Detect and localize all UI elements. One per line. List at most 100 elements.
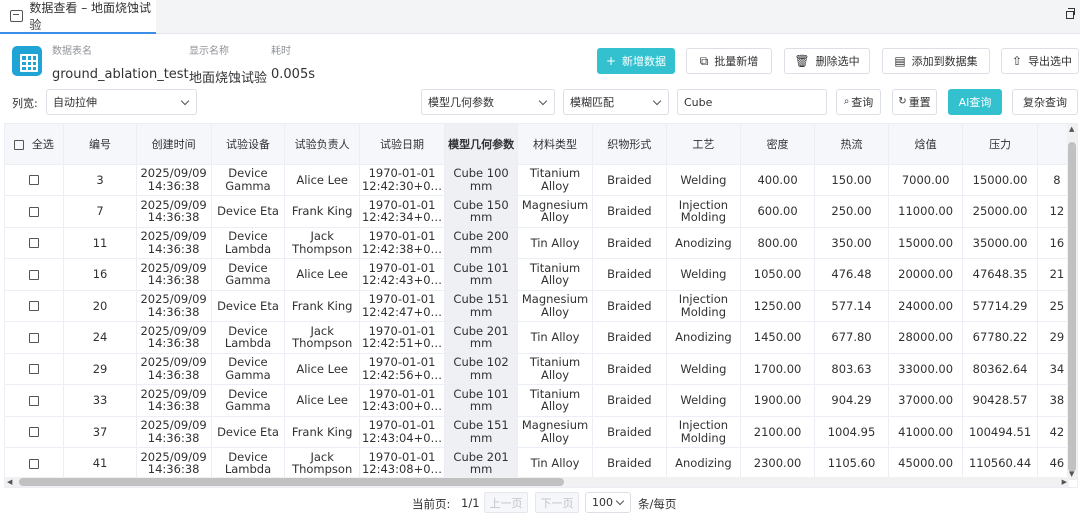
table-row[interactable]: 7 2025/09/09 14:36:38 Device Eta Frank King…	[5, 195, 1077, 228]
row-checkbox-cell[interactable]	[5, 384, 65, 417]
table-cell: Injection Molding	[666, 416, 742, 448]
row-checkbox-cell[interactable]	[5, 447, 65, 480]
table-cell: 37000.00	[888, 384, 964, 417]
row-checkbox[interactable]	[29, 269, 40, 280]
column-width-label: 列宽:	[12, 97, 38, 110]
add-data-button[interactable]: + 新增数据	[597, 48, 675, 74]
table-cell: 33000.00	[888, 353, 964, 385]
table-cell: Cube 201 mm	[444, 321, 519, 354]
row-checkbox-cell[interactable]	[5, 258, 65, 291]
table-cell: Welding	[666, 164, 742, 196]
column-header[interactable]: 工艺	[666, 124, 742, 165]
scroll-right-icon[interactable]: ▶	[1062, 478, 1067, 486]
row-checkbox[interactable]	[29, 301, 40, 311]
horizontal-scroll-thumb[interactable]	[19, 478, 564, 486]
table-row[interactable]: 33 2025/09/09 14:36:38 Device Gamma Alice L…	[5, 384, 1077, 417]
table-cell: Device Gamma	[211, 353, 286, 385]
column-header[interactable]: 试验负责人	[284, 124, 360, 165]
table-cell: Magnesium Alloy	[517, 290, 593, 322]
page-size-select[interactable]: 100	[585, 492, 631, 513]
row-checkbox[interactable]	[29, 206, 40, 217]
select-all-header[interactable]: 全选	[5, 124, 65, 165]
complex-query-button[interactable]: 复杂查询	[1012, 89, 1078, 115]
table-row[interactable]: 11 2025/09/09 14:36:38 Device Lambda Jack T…	[5, 227, 1077, 259]
column-header[interactable]: 创建时间	[136, 124, 212, 165]
table-cell: Anodizing	[666, 227, 742, 259]
search-icon: ⌕	[843, 96, 850, 107]
reset-button[interactable]: ↻ 重置	[892, 89, 937, 115]
ai-query-button[interactable]: AI查询	[948, 89, 1002, 115]
table-cell: 7	[63, 195, 137, 228]
table-cell: 1700.00	[740, 353, 816, 385]
column-header[interactable]: 材料类型	[517, 124, 593, 165]
table-cell: 2025/09/09 14:36:38	[136, 384, 212, 417]
column-header[interactable]: 焓值	[888, 124, 964, 165]
table-row[interactable]: 37 2025/09/09 14:36:38 Device Eta Frank Kin…	[5, 416, 1077, 448]
table-row[interactable]: 24 2025/09/09 14:36:38 Device Lambda Jack T…	[5, 321, 1077, 354]
column-width-select[interactable]: 自动拉伸	[46, 89, 197, 115]
table-row[interactable]: 3 2025/09/09 14:36:38 Device Gamma Alice Le…	[5, 164, 1077, 196]
batch-add-button[interactable]: ⧉ 批量新增	[686, 48, 772, 74]
table-cell: 1970-01-01 12:43:04+0…	[359, 416, 446, 448]
query-button[interactable]: ⌕ 查询	[836, 89, 881, 115]
add-to-dataset-button[interactable]: ▤ 添加到数据集	[882, 48, 990, 74]
table-cell: Welding	[666, 384, 742, 417]
column-header[interactable]: 织物形式	[592, 124, 667, 165]
maximize-icon[interactable]	[1066, 8, 1075, 19]
table-cell: Cube 151 mm	[444, 416, 519, 448]
row-checkbox-cell[interactable]	[5, 353, 65, 385]
column-header[interactable]: 试验设备	[211, 124, 286, 165]
row-checkbox-cell[interactable]	[5, 195, 65, 228]
export-selected-button[interactable]: ⇧ 导出选中	[1001, 48, 1079, 74]
row-checkbox[interactable]	[29, 332, 40, 343]
match-mode-select[interactable]: 模糊匹配	[563, 89, 669, 115]
row-checkbox[interactable]	[29, 395, 40, 406]
table-cell: 15000.00	[962, 164, 1038, 196]
row-checkbox-cell[interactable]	[5, 164, 65, 196]
current-page-label: 当前页:	[412, 497, 451, 511]
horizontal-scrollbar[interactable]: ◀ ▶	[5, 477, 1069, 487]
table-cell: Jack Thompson	[284, 227, 360, 259]
scroll-left-icon[interactable]: ◀	[7, 478, 12, 486]
column-header[interactable]: 压力	[962, 124, 1038, 165]
prev-page-button[interactable]: 上一页	[484, 492, 528, 513]
pagination: 当前页: 1/1 上一页 下一页 100 条/每页	[0, 492, 1080, 516]
column-header[interactable]: 热流	[814, 124, 889, 165]
row-checkbox[interactable]	[29, 364, 40, 374]
table-row[interactable]: 20 2025/09/09 14:36:38 Device Eta Frank Kin…	[5, 290, 1077, 322]
next-page-button[interactable]: 下一页	[535, 492, 579, 513]
delete-selected-button[interactable]: 🗑 删除选中	[784, 48, 870, 74]
table-cell: Anodizing	[666, 447, 742, 480]
vertical-scroll-thumb[interactable]	[1068, 142, 1076, 472]
table-grid-icon	[12, 46, 42, 76]
vertical-scrollbar[interactable]: ▲ ▼	[1067, 124, 1077, 479]
table-cell: 20000.00	[888, 258, 964, 291]
row-checkbox-cell[interactable]	[5, 321, 65, 354]
table-cell: Frank King	[284, 416, 360, 448]
select-all-checkbox[interactable]	[14, 139, 25, 150]
column-header[interactable]: 密度	[740, 124, 816, 165]
display-name-block: 显示名称 地面烧蚀试验	[189, 42, 267, 86]
row-checkbox-cell[interactable]	[5, 290, 65, 322]
table-row[interactable]: 29 2025/09/09 14:36:38 Device Gamma Alice L…	[5, 353, 1077, 385]
tab-data-view[interactable]: 数据查看 – 地面烧蚀试验	[0, 0, 156, 34]
row-checkbox[interactable]	[29, 238, 40, 248]
search-input[interactable]: Cube	[677, 89, 827, 115]
row-checkbox[interactable]	[29, 175, 40, 185]
row-checkbox[interactable]	[29, 458, 40, 469]
row-checkbox-cell[interactable]	[5, 227, 65, 259]
table-cell: 1970-01-01 12:42:51+0…	[359, 321, 446, 354]
scroll-down-icon[interactable]: ▼	[1069, 470, 1074, 478]
table-cell: Jack Thompson	[284, 321, 360, 354]
table-cell: Frank King	[284, 290, 360, 322]
column-header[interactable]: 试验日期	[359, 124, 446, 165]
row-checkbox[interactable]	[29, 427, 40, 437]
scroll-up-icon[interactable]: ▲	[1069, 125, 1074, 133]
table-row[interactable]: 41 2025/09/09 14:36:38 Device Lambda Jack T…	[5, 447, 1077, 480]
field-select[interactable]: 模型几何参数	[421, 89, 555, 115]
current-page-value: 1/1	[461, 496, 480, 510]
column-header[interactable]: 编号	[63, 124, 137, 165]
table-row[interactable]: 16 2025/09/09 14:36:38 Device Gamma Alice L…	[5, 258, 1077, 291]
row-checkbox-cell[interactable]	[5, 416, 65, 448]
column-header-highlighted[interactable]: 模型几何参数	[444, 124, 519, 165]
